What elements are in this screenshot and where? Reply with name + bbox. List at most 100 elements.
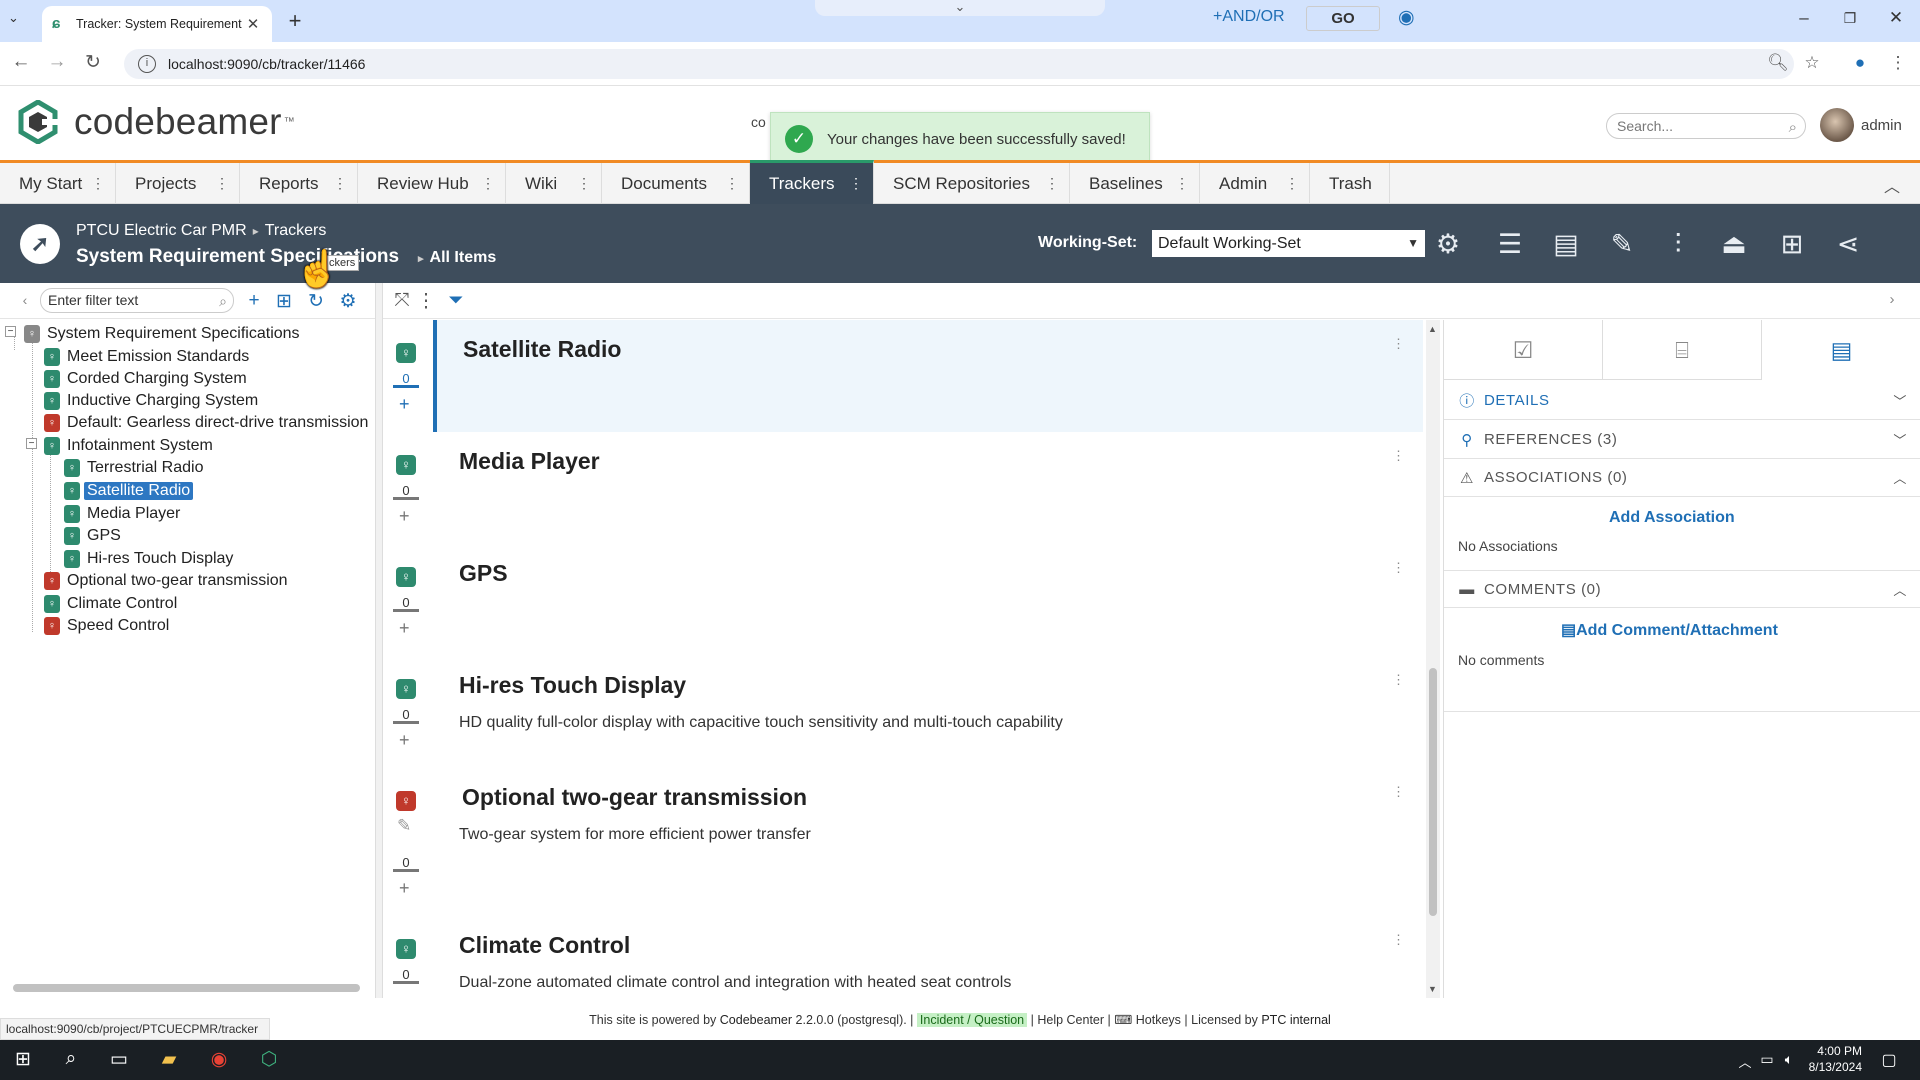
item-menu-icon[interactable]: ⋮ [1392, 784, 1405, 800]
address-bar[interactable]: i localhost:9090/cb/tracker/11466 [124, 49, 1794, 79]
scroll-up-icon[interactable]: ▲ [1428, 324, 1437, 334]
item-menu-icon[interactable]: ⋮ [1392, 336, 1405, 352]
tree-filter-input[interactable]: Enter filter text ⌕ [40, 288, 234, 313]
document-item[interactable]: Climate Control Dual-zone automated clim… [433, 916, 1423, 998]
refresh-icon[interactable]: ↻ [305, 290, 327, 313]
add-below-icon[interactable]: + [399, 730, 410, 751]
tab-wiki[interactable]: Wiki ⋮ [506, 163, 602, 204]
avatar[interactable] [1820, 108, 1854, 142]
item-menu-icon[interactable]: ⋮ [1392, 932, 1405, 948]
item-title[interactable]: Satellite Radio [463, 336, 621, 363]
view-name[interactable]: ▸ All Items [418, 249, 496, 267]
tab-my-start[interactable]: My Start ⋮ [0, 163, 116, 204]
add-comment-link[interactable]: ▤Add Comment/Attachment [1561, 620, 1778, 640]
collapse-right-icon[interactable]: › [1881, 291, 1903, 308]
tab-checklist-icon[interactable]: ☑ [1444, 320, 1603, 380]
add-child-icon[interactable]: ⊞ [273, 290, 295, 313]
taskbar-search-icon[interactable]: ⌕ [56, 1048, 86, 1072]
tab-baselines[interactable]: Baselines ⋮ [1070, 163, 1200, 204]
profile-icon[interactable]: ● [1848, 53, 1872, 73]
tree-item-climate-control[interactable]: ♀ Climate Control [44, 593, 180, 615]
codebeamer-logo[interactable]: codebeamer ™ [18, 99, 295, 145]
item-count[interactable]: 0 [393, 484, 419, 500]
global-search-input[interactable]: Search... ⌕ [1606, 113, 1806, 139]
bookmark-star-icon[interactable]: ☆ [1800, 53, 1824, 73]
item-count[interactable]: 0 [393, 372, 419, 388]
document-vertical-scrollbar[interactable]: ▲ ▼ [1426, 320, 1440, 998]
tree-item-gearless-transmission[interactable]: ♀ Default: Gearless direct-drive transmis… [44, 412, 371, 434]
tab-documents[interactable]: Documents ⋮ [602, 163, 750, 204]
item-description[interactable]: HD quality full-color display with capac… [459, 714, 1063, 732]
reload-icon[interactable]: ↻ [80, 51, 106, 74]
scroll-down-icon[interactable]: ▼ [1428, 984, 1437, 994]
pane-splitter[interactable] [375, 283, 383, 998]
search-icon[interactable]: ⌕ [1789, 116, 1797, 140]
collapse-toggle-icon[interactable]: − [5, 326, 16, 337]
layout-icon[interactable]: ⊞ [1774, 226, 1810, 262]
add-item-icon[interactable]: + [243, 290, 265, 312]
tree-item-satellite-radio[interactable]: ♀ Satellite Radio [64, 480, 194, 502]
scrollbar-thumb[interactable] [1429, 668, 1437, 916]
item-count[interactable]: 0 [393, 708, 419, 724]
item-menu-icon[interactable]: ⋮ [1392, 448, 1405, 464]
browser-menu-icon[interactable]: ⋮ [1886, 53, 1910, 73]
notifications-icon[interactable]: ▢ [1874, 1050, 1904, 1074]
chrome-icon[interactable]: ◉ [204, 1048, 234, 1072]
scrollbar-thumb[interactable] [13, 984, 360, 992]
settings-gear-icon[interactable]: ⚙ [1430, 226, 1466, 262]
tab-list-chevron-icon[interactable]: ⌄ [8, 10, 19, 26]
tab-menu-icon[interactable]: ⋮ [215, 175, 229, 192]
table-view-icon[interactable]: ☰ [1492, 226, 1528, 262]
windows-start-icon[interactable]: ⊞ [8, 1048, 38, 1072]
document-item[interactable]: Optional two-gear transmission Two-gear … [433, 768, 1423, 916]
document-item[interactable]: Media Player ⋮ [433, 432, 1423, 544]
review-icon[interactable]: ⏏ [1716, 226, 1752, 262]
document-item[interactable]: Satellite Radio ⋮ [433, 320, 1423, 432]
item-description[interactable]: Two-gear system for more efficient power… [459, 826, 811, 844]
collapse-all-icon[interactable]: ⤧ [391, 290, 413, 312]
tree-item-inductive-charging-system[interactable]: ♀ Inductive Charging System [44, 390, 261, 412]
working-set-select[interactable]: Default Working-Set ▼ [1152, 230, 1425, 257]
tree-item-terrestrial-radio[interactable]: ♀ Terrestrial Radio [64, 457, 206, 479]
tab-menu-icon[interactable]: ⋮ [1045, 175, 1059, 192]
visibility-eye-icon[interactable]: ◉ [1398, 6, 1415, 29]
tab-admin[interactable]: Admin ⋮ [1200, 163, 1310, 204]
item-title[interactable]: Media Player [459, 448, 600, 475]
tree-item-infotainment-system[interactable]: ♀ Infotainment System [44, 435, 216, 457]
tab-review-hub[interactable]: Review Hub ⋮ [358, 163, 506, 204]
tree-horizontal-scrollbar[interactable] [5, 983, 370, 993]
breadcrumb-project[interactable]: PTCU Electric Car PMR [76, 222, 247, 239]
item-menu-icon[interactable]: ⋮ [1392, 672, 1405, 688]
breadcrumb-trackers[interactable]: Trackers [265, 222, 327, 239]
back-icon[interactable]: ← [8, 51, 34, 73]
associations-section-header[interactable]: ⚠ ASSOCIATIONS (0) ︿ [1444, 459, 1920, 497]
collapse-left-icon[interactable]: ‹ [14, 292, 36, 308]
edit-pencil-icon[interactable]: ✎ [397, 816, 411, 836]
tab-menu-icon[interactable]: ⋮ [333, 175, 347, 192]
and-or-button[interactable]: +AND/OR [1213, 8, 1285, 26]
filter-search-icon[interactable]: ⌕ [219, 290, 227, 313]
codebeamer-app-icon[interactable]: ⬡ [254, 1048, 284, 1072]
item-count[interactable]: 0 [393, 596, 419, 612]
add-below-icon[interactable]: + [399, 506, 410, 527]
tab-menu-icon[interactable]: ⋮ [91, 175, 105, 192]
footer-product[interactable]: Codebeamer [720, 1013, 792, 1027]
item-menu-icon[interactable]: ⋮ [1392, 560, 1405, 576]
tab-properties-icon[interactable]: ▤ [1762, 320, 1920, 380]
tab-menu-icon[interactable]: ⋮ [577, 175, 591, 192]
chevron-down-icon[interactable]: ⌄ [815, 0, 1105, 16]
tree-item-meet-emission-standards[interactable]: ♀ Meet Emission Standards [44, 346, 252, 368]
add-below-icon[interactable]: + [399, 878, 410, 899]
help-center-link[interactable]: Help Center [1037, 1013, 1104, 1027]
document-item[interactable]: GPS ⋮ [433, 544, 1423, 656]
tab-scm-repositories[interactable]: SCM Repositories ⋮ [874, 163, 1070, 204]
tree-item-media-player[interactable]: ♀ Media Player [64, 503, 183, 525]
tab-trash[interactable]: Trash [1310, 163, 1390, 204]
forward-icon[interactable]: → [44, 51, 70, 73]
edit-document-icon[interactable]: ✎ [1604, 226, 1640, 262]
file-explorer-icon[interactable]: ▰ [154, 1048, 184, 1072]
tab-menu-icon[interactable]: ⋮ [1285, 175, 1299, 192]
restore-icon[interactable]: ❐ [1830, 10, 1870, 27]
tab-menu-icon[interactable]: ⋮ [725, 175, 739, 192]
minimize-icon[interactable]: – [1784, 8, 1824, 28]
